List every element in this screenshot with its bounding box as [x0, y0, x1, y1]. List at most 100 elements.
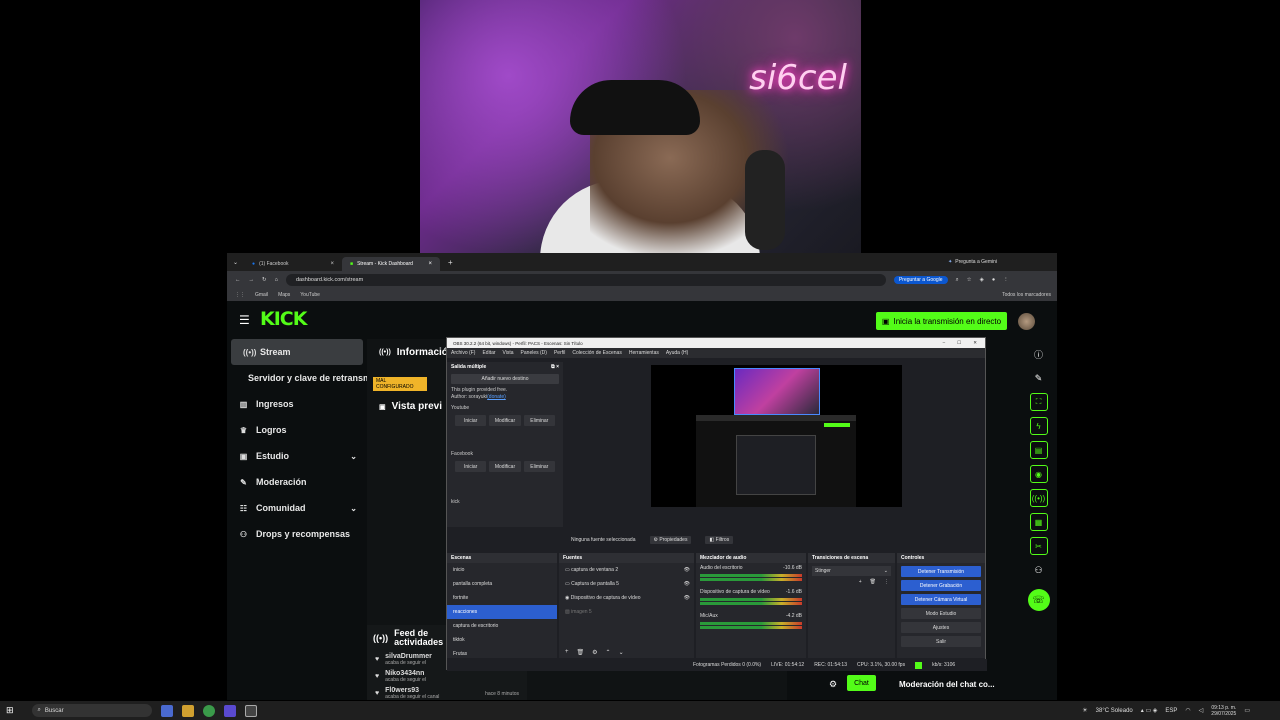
tab-list-icon[interactable]: ⌄ — [227, 259, 244, 266]
menu-item-paneles[interactable]: Paneles (D) — [521, 350, 547, 356]
studio-mode-button[interactable]: Modo Estudio — [901, 608, 981, 619]
modify-button[interactable]: Modificar — [489, 461, 521, 472]
back-icon[interactable]: ← — [235, 277, 241, 283]
folder-icon[interactable] — [181, 704, 194, 717]
url-field[interactable]: dashboard.kick.com/stream — [285, 274, 886, 286]
scene-item-selected[interactable]: reacciones — [447, 605, 557, 619]
menu-icon[interactable]: ⋮ — [1003, 277, 1009, 283]
sidebar-item-ingresos[interactable]: ▥ Ingresos — [227, 391, 367, 417]
start-button[interactable]: Iniciar — [455, 415, 487, 426]
document-icon[interactable]: ▤ — [1029, 441, 1048, 459]
bookmark-youtube[interactable]: YouTube — [300, 292, 320, 298]
scene-item[interactable]: captura de escritorio — [447, 619, 557, 633]
profile-icon[interactable]: ● — [992, 277, 995, 283]
apps-icon[interactable]: ⋮⋮ — [235, 292, 245, 298]
sidebar-item-stream-key[interactable]: Servidor y clave de retransmisión — [227, 365, 392, 391]
source-item[interactable]: ▭ captura de ventana 2 👁 — [559, 563, 694, 577]
close-icon[interactable]: × — [331, 261, 335, 267]
forward-icon[interactable]: → — [249, 277, 255, 283]
tray-icons[interactable]: ▴ ▭ ◈ — [1141, 707, 1158, 714]
fullscreen-icon[interactable]: ⛶ — [1029, 393, 1048, 411]
menu-item-perfil[interactable]: Perfil — [554, 350, 565, 356]
modify-button[interactable]: Modificar — [489, 415, 521, 426]
sidebar-item-comunidad[interactable]: ☷ Comunidad ⌄ — [227, 495, 367, 521]
down-icon[interactable]: ⌄ — [619, 649, 624, 656]
info-icon[interactable]: ⓘ — [1030, 345, 1048, 363]
stop-virtual-camera-button[interactable]: Detener Cámara Virtual — [901, 594, 981, 605]
add-icon[interactable]: + — [565, 649, 569, 655]
kick-logo[interactable]: KICK — [260, 308, 307, 330]
stop-recording-button[interactable]: Detener Grabación — [901, 580, 981, 591]
scene-item[interactable]: pantalla completa — [447, 577, 557, 591]
community-icon[interactable]: ⚇ — [1030, 561, 1048, 579]
scene-item[interactable]: fortnite — [447, 591, 557, 605]
gemini-button[interactable]: ✦ Pregunta a Gemini — [948, 259, 997, 265]
settings-button[interactable]: Ajustes — [901, 622, 981, 633]
maximize-icon[interactable]: ☐ — [957, 340, 961, 346]
source-item[interactable]: ◉ Dispositivo de captura de vídeo 👁 — [559, 591, 694, 605]
delete-button[interactable]: Eliminar — [523, 415, 555, 426]
gear-icon[interactable]: ⚙ — [829, 679, 837, 690]
menu-item-herramientas[interactable]: Herramientas — [629, 350, 659, 356]
close-icon[interactable]: × — [429, 261, 433, 267]
sidebar-item-stream[interactable]: ((•)) Stream — [231, 339, 363, 365]
bookmark-gmail[interactable]: Gmail — [255, 292, 268, 298]
menu-icon[interactable]: ⋮ — [884, 579, 889, 585]
obs-preview[interactable] — [651, 365, 902, 507]
chat-icon[interactable]: ◉ — [1029, 465, 1048, 483]
all-bookmarks[interactable]: Todos los marcadores — [1002, 292, 1051, 298]
app-icon[interactable] — [160, 704, 173, 717]
home-icon[interactable]: ⌂ — [275, 277, 278, 283]
extensions-icon[interactable]: ◈ — [980, 277, 984, 283]
eye-icon[interactable]: 👁 — [684, 567, 694, 573]
gear-icon[interactable]: ⚙ — [592, 649, 597, 656]
menu-item-escenas[interactable]: Colección de Escenas — [572, 350, 621, 356]
eye-icon[interactable]: 👁 — [684, 595, 694, 601]
scene-item[interactable]: tiktok — [447, 633, 557, 647]
notification-icon[interactable]: ▭ — [1244, 707, 1250, 714]
search-input[interactable]: ⌕ Buscar — [31, 704, 152, 717]
new-tab-button[interactable]: + — [440, 258, 461, 267]
close-icon[interactable]: ⧉ × — [551, 364, 563, 370]
list-item[interactable]: ♥ Fl0wers93 acaba de seguir el canal hac… — [367, 685, 527, 702]
exit-button[interactable]: Salir — [901, 636, 981, 647]
delete-button[interactable]: Eliminar — [523, 461, 555, 472]
eye-icon[interactable]: 👁 — [684, 581, 694, 587]
trash-icon[interactable]: 🗑 — [577, 649, 585, 656]
stop-stream-button[interactable]: Detener Transmisión — [901, 566, 981, 577]
sidebar-item-moderacion[interactable]: ✎ Moderación — [227, 469, 367, 495]
broadcast-icon[interactable]: ((•)) — [1029, 489, 1048, 507]
zoom-icon[interactable]: ⌕ — [956, 277, 959, 284]
sidebar-item-drops[interactable]: ⚇ Drops y recompensas — [227, 521, 367, 547]
reload-icon[interactable]: ↻ — [262, 277, 267, 283]
sidebar-item-estudio[interactable]: ▣ Estudio ⌄ — [227, 443, 367, 469]
trash-icon[interactable]: 🗑 — [870, 579, 876, 585]
sidebar-item-logros[interactable]: ♛ Logros — [227, 417, 367, 443]
menu-item-vista[interactable]: Vista — [503, 350, 514, 356]
menu-item-editar[interactable]: Editar — [482, 350, 495, 356]
tab-facebook[interactable]: ● (1) Facebook × — [244, 257, 342, 271]
ask-google-button[interactable]: Preguntar a Google — [893, 276, 948, 284]
go-live-button[interactable]: ▣ Inicia la transmisión en directo — [876, 312, 1007, 330]
add-icon[interactable]: + — [859, 579, 862, 585]
transition-select[interactable]: Stinger ⌄ — [812, 566, 891, 576]
bookmark-maps[interactable]: Maps — [278, 292, 290, 298]
menu-item-archivo[interactable]: Archivo (F) — [451, 350, 475, 356]
source-item[interactable]: ▭ Captura de pantalla 5 👁 — [559, 577, 694, 591]
start-button[interactable]: Iniciar — [455, 461, 487, 472]
support-icon[interactable]: ☏ — [1027, 589, 1050, 611]
bolt-icon[interactable]: ϟ — [1029, 417, 1048, 435]
avatar[interactable] — [1018, 313, 1035, 330]
minimize-icon[interactable]: – — [943, 340, 946, 346]
windows-start-icon[interactable]: ⊞ — [6, 705, 14, 716]
donate-link[interactable]: (donate) — [487, 394, 506, 400]
properties-button[interactable]: ⚙ Propiedades — [649, 536, 692, 544]
edit-icon[interactable]: ✎ — [1030, 369, 1048, 387]
source-item[interactable]: ▨ imagen 5 — [559, 605, 694, 619]
wrench-icon[interactable]: ✂ — [1029, 537, 1048, 555]
language-indicator[interactable]: ESP — [1165, 708, 1177, 714]
clock[interactable]: 09:13 p. m. 29/07/2025 — [1211, 705, 1236, 717]
hamburger-menu-icon[interactable]: ☰ — [239, 313, 250, 327]
scene-item[interactable]: inicio — [447, 563, 557, 577]
tab-kick-dashboard[interactable]: ■ Stream - Kick Dashboard × — [342, 256, 441, 271]
